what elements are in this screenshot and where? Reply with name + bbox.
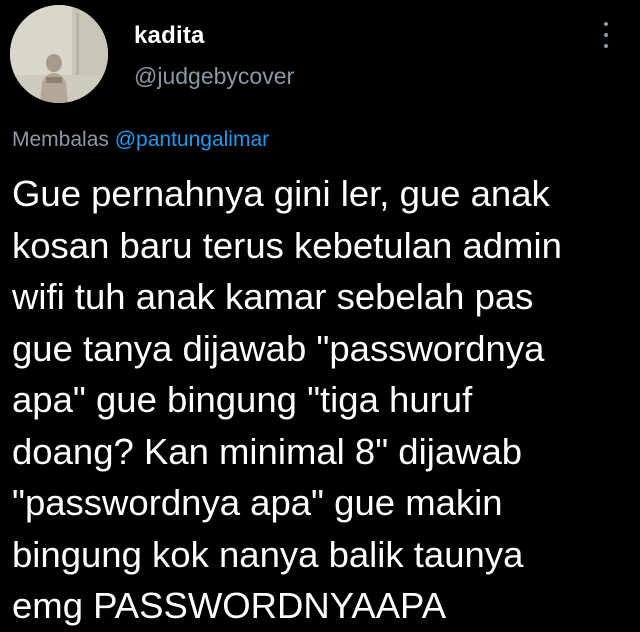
tweet-text-line: doang? Kan minimal 8" dijawab [12,430,523,472]
tweet-text-line: "passwordnya apa" gue makin [12,482,503,523]
tweet-text: Gue pernahnya gini ler, gue anak kosan b… [12,168,637,632]
tweet-text-line: wifi tuh anak kamar sebelah pas [12,276,534,317]
tweet-text-line: bingung kok nanya balik taunya [12,533,524,575]
tweet-text-line: apa" gue bingung "tiga huruf [12,379,473,420]
author-handle[interactable]: @judgebycover [134,63,294,90]
profile-photo-icon [10,5,108,103]
vertical-ellipsis-icon [604,22,608,26]
reply-context: Membalas @pantungalimar [12,128,269,152]
tweet-text-line: Gue pernahnya gini ler, gue anak [12,173,550,214]
tweet-text-line: kosan baru terus kebetulan admin [12,224,562,266]
tweet-text-line: gue tanya dijawab "passwordnya [12,327,545,369]
vertical-ellipsis-icon [604,33,608,37]
author-display-name[interactable]: kadita [134,22,205,50]
vertical-ellipsis-icon [604,44,608,48]
reply-mention-link[interactable]: @pantungalimar [115,128,269,151]
avatar[interactable] [10,5,108,103]
tweet-card: kadita @judgebycover Membalas @pantungal… [0,0,640,626]
more-options-button[interactable] [596,18,616,52]
reply-prefix: Membalas [12,128,109,151]
